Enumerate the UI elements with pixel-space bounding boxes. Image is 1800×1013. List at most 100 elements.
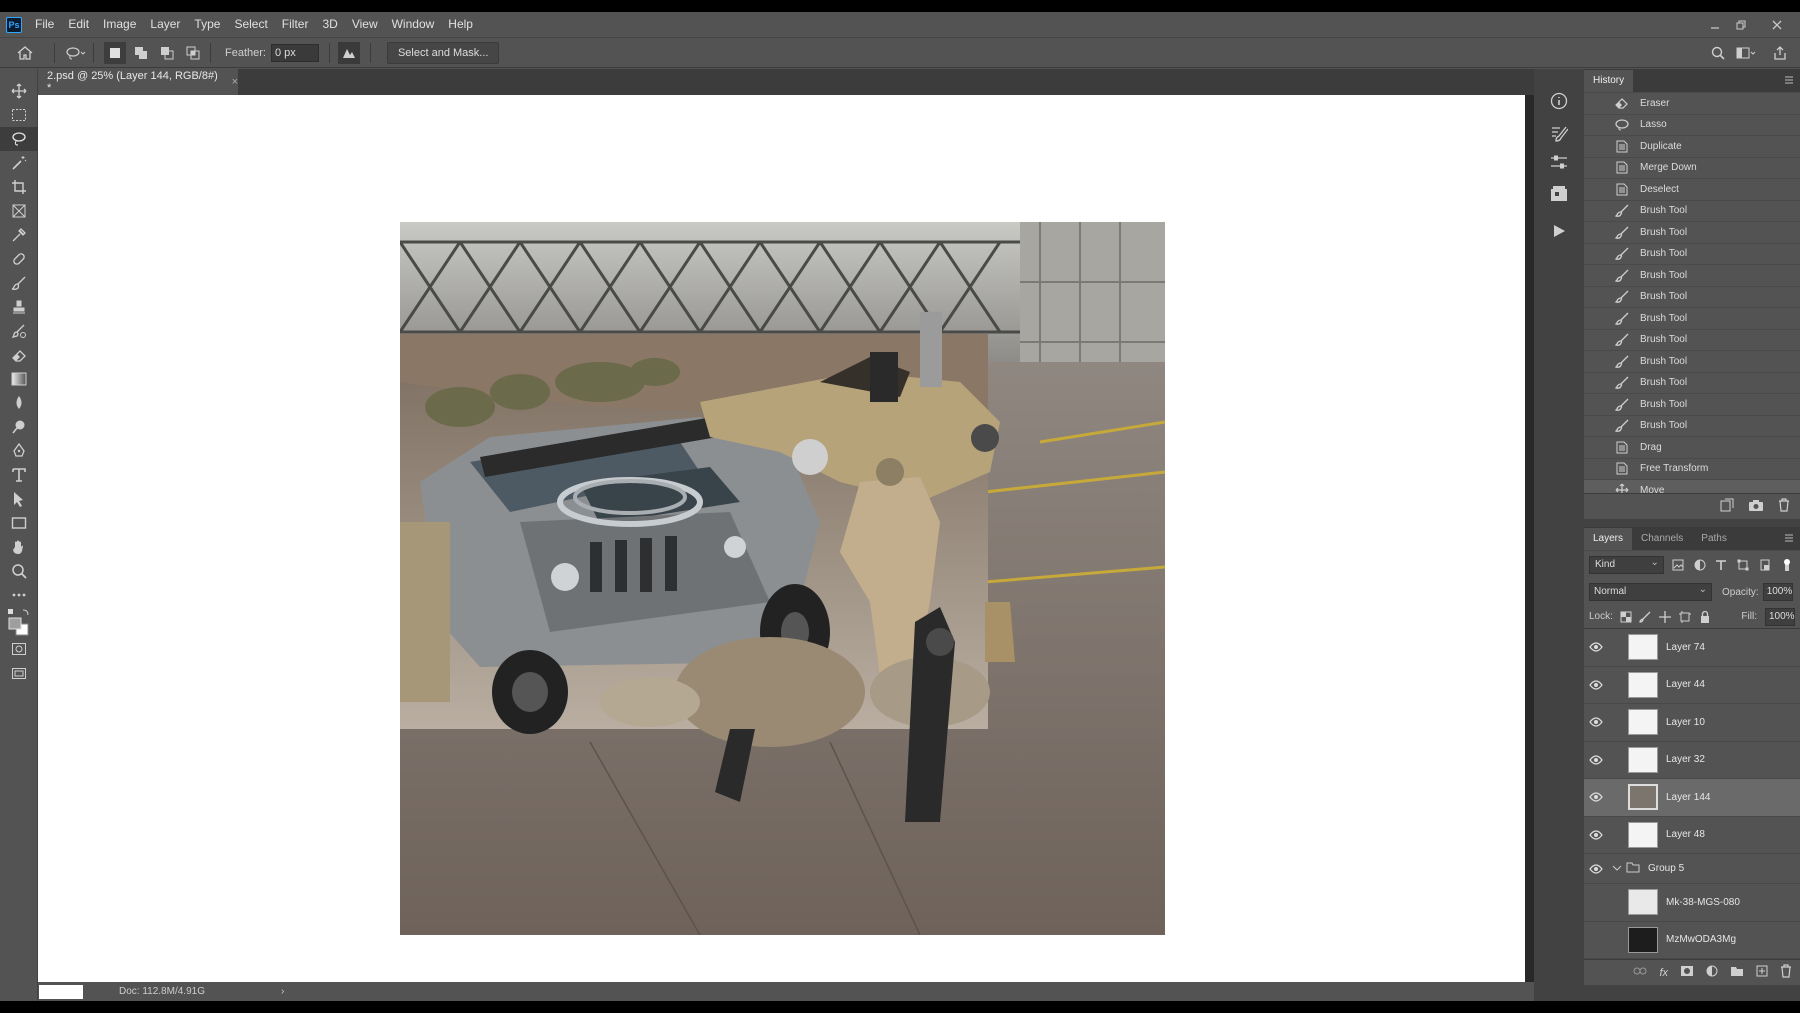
visibility-eye-icon[interactable] <box>1584 830 1608 840</box>
filter-type-icon[interactable] <box>1714 556 1730 574</box>
visibility-eye-icon[interactable] <box>1584 717 1608 727</box>
history-item[interactable]: Brush Tool <box>1584 201 1800 222</box>
tab-channels[interactable]: Channels <box>1632 528 1692 550</box>
eyedropper-icon[interactable] <box>0 223 38 247</box>
layer-row[interactable]: Layer 74 <box>1584 629 1800 667</box>
history-brush-source-checkbox[interactable] <box>1591 333 1605 347</box>
minimize-icon[interactable] <box>1702 12 1728 37</box>
lasso-tool-icon[interactable] <box>0 127 38 151</box>
history-brush-source-checkbox[interactable] <box>1591 96 1605 110</box>
layer-row[interactable]: Layer 44 <box>1584 667 1800 704</box>
filter-toggle-icon[interactable] <box>1779 556 1795 574</box>
menu-help[interactable]: Help <box>441 12 480 37</box>
filter-smart-object-icon[interactable] <box>1757 556 1773 574</box>
history-item[interactable]: Brush Tool <box>1584 394 1800 416</box>
history-item[interactable]: Free Transform <box>1584 459 1800 480</box>
filter-adjustment-icon[interactable] <box>1692 556 1708 574</box>
menu-select[interactable]: Select <box>227 12 274 37</box>
screen-mode-icon[interactable] <box>0 661 38 685</box>
menu-layer[interactable]: Layer <box>143 12 187 37</box>
history-list[interactable]: Eraser Lasso Duplicate Merge Down Deselect Br… <box>1584 93 1800 493</box>
history-brush-source-checkbox[interactable] <box>1591 247 1605 261</box>
new-selection-icon[interactable] <box>104 41 126 64</box>
history-item[interactable]: Brush Tool <box>1584 330 1800 351</box>
visibility-eye-icon[interactable] <box>1584 642 1608 652</box>
history-item[interactable]: Brush Tool <box>1584 351 1800 373</box>
group-chevron-icon[interactable] <box>1612 863 1622 875</box>
history-brush-source-checkbox[interactable] <box>1591 440 1605 454</box>
type-tool-icon[interactable] <box>0 463 38 487</box>
add-to-selection-icon[interactable] <box>130 42 152 64</box>
adjustment-layer-icon[interactable] <box>1706 965 1718 980</box>
menu-filter[interactable]: Filter <box>275 12 316 37</box>
lock-all-icon[interactable] <box>1698 608 1712 626</box>
search-icon[interactable] <box>1707 42 1729 64</box>
history-item[interactable]: Brush Tool <box>1584 373 1800 394</box>
lock-transparent-pixels-icon[interactable] <box>1619 608 1633 626</box>
select-and-mask-button[interactable]: Select and Mask... <box>386 41 500 64</box>
layer-row[interactable]: Layer 32 <box>1584 742 1800 779</box>
history-brush-source-checkbox[interactable] <box>1591 462 1605 476</box>
layer-row[interactable]: Mk-38-MGS-080 <box>1584 884 1800 922</box>
close-tab-icon[interactable]: × <box>232 76 238 88</box>
layer-row[interactable]: Layer 10 <box>1584 704 1800 742</box>
feather-input[interactable]: 0 px <box>270 43 319 62</box>
history-item[interactable]: Duplicate <box>1584 136 1800 158</box>
new-document-from-state-icon[interactable] <box>1720 498 1734 515</box>
delete-layer-trash-icon[interactable] <box>1780 964 1792 981</box>
hand-tool-icon[interactable] <box>0 535 38 559</box>
lock-position-icon[interactable] <box>1658 608 1672 626</box>
canvas[interactable] <box>38 95 1525 982</box>
menu-type[interactable]: Type <box>187 12 227 37</box>
zoom-tool-icon[interactable] <box>0 559 38 583</box>
panel-menu-icon[interactable] <box>1784 533 1794 546</box>
dodge-tool-icon[interactable] <box>0 415 38 439</box>
intersect-selection-icon[interactable] <box>182 42 204 64</box>
history-brush-source-checkbox[interactable] <box>1591 268 1605 282</box>
history-brush-source-checkbox[interactable] <box>1591 118 1605 132</box>
snapshot-camera-icon[interactable] <box>1748 499 1764 515</box>
history-item[interactable]: Brush Tool <box>1584 244 1800 265</box>
history-brush-icon[interactable] <box>0 319 38 343</box>
new-group-folder-icon[interactable] <box>1730 965 1744 980</box>
history-brush-source-checkbox[interactable] <box>1591 397 1605 411</box>
status-menu-arrow-icon[interactable]: › <box>281 986 284 997</box>
panel-menu-icon[interactable] <box>1784 75 1794 88</box>
move-tool-icon[interactable] <box>0 79 38 103</box>
history-brush-source-checkbox[interactable] <box>1591 204 1605 218</box>
history-item[interactable]: Brush Tool <box>1584 287 1800 308</box>
layers-list[interactable]: Layer 74 Layer 44 Layer 10 Layer 32 Layer 14… <box>1584 629 1800 959</box>
lasso-tool-preset-icon[interactable] <box>65 42 87 64</box>
history-item[interactable]: Brush Tool <box>1584 265 1800 287</box>
fx-icon[interactable]: fx <box>1659 967 1668 979</box>
zoom-level-field[interactable] <box>39 984 83 999</box>
history-brush-source-checkbox[interactable] <box>1591 139 1605 153</box>
quick-mask-icon[interactable] <box>0 637 38 661</box>
magic-wand-icon[interactable] <box>0 151 38 175</box>
history-brush-source-checkbox[interactable] <box>1591 182 1605 196</box>
layer-row[interactable]: Layer 144 <box>1584 779 1800 817</box>
tab-history[interactable]: History <box>1584 70 1634 92</box>
link-layers-icon[interactable] <box>1633 966 1647 979</box>
history-item[interactable]: Brush Tool <box>1584 416 1800 437</box>
menu-window[interactable]: Window <box>385 12 442 37</box>
history-brush-source-checkbox[interactable] <box>1591 225 1605 239</box>
history-brush-source-checkbox[interactable] <box>1591 419 1605 433</box>
filter-kind-dropdown[interactable]: Kind <box>1589 555 1664 574</box>
composite-artwork-image[interactable] <box>400 222 1165 935</box>
menu-edit[interactable]: Edit <box>61 12 96 37</box>
history-item[interactable]: Eraser <box>1584 93 1800 115</box>
blend-mode-dropdown[interactable]: Normal <box>1589 582 1712 601</box>
actions-play-icon[interactable] <box>1534 211 1584 251</box>
history-item[interactable]: Merge Down <box>1584 158 1800 179</box>
clone-stamp-icon[interactable] <box>0 295 38 319</box>
share-icon[interactable] <box>1769 42 1791 64</box>
add-mask-icon[interactable] <box>1680 965 1694 980</box>
history-brush-source-checkbox[interactable] <box>1591 376 1605 390</box>
history-item[interactable]: Brush Tool <box>1584 222 1800 244</box>
workspace-icon[interactable] <box>1735 42 1757 64</box>
lock-artboard-icon[interactable] <box>1678 608 1692 626</box>
layer-row[interactable]: MzMwODA3Mg <box>1584 922 1800 959</box>
marquee-tool-icon[interactable] <box>0 103 38 127</box>
history-item[interactable]: Deselect <box>1584 179 1800 201</box>
